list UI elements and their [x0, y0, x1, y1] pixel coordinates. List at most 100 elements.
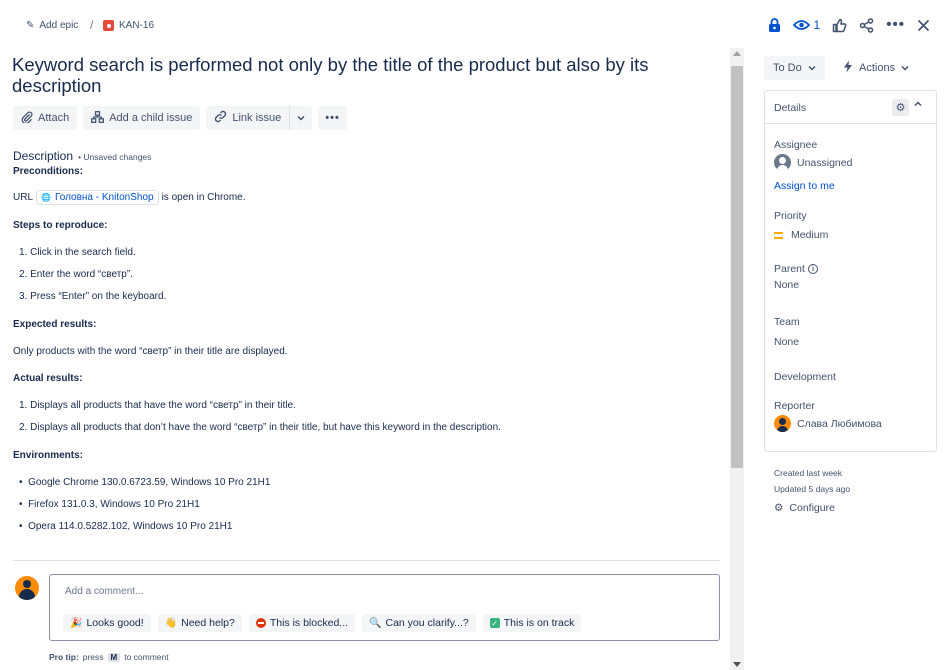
paperclip-icon [21, 111, 33, 126]
current-user-avatar [15, 576, 39, 600]
step-item: 3. Press “Enter” on the keyboard. [19, 291, 167, 302]
url-prefix: URL [13, 192, 34, 203]
steps-heading: Steps to reproduce: [13, 220, 108, 231]
pro-tip-bold: Pro tip: [49, 652, 79, 662]
assignee-value[interactable]: Unassigned [774, 154, 852, 171]
lock-icon[interactable] [768, 17, 781, 33]
expected-text: Only products with the word “светр” in t… [13, 346, 288, 357]
assign-to-me-link[interactable]: Assign to me [774, 180, 835, 192]
wave-icon: 👋 [164, 617, 178, 629]
chevron-up-icon[interactable] [914, 99, 922, 110]
assignee-field: Assignee [774, 139, 817, 151]
environments-heading: Environments: [13, 450, 84, 461]
link-icon [214, 110, 227, 126]
link-issue-button[interactable]: Link issue [206, 106, 290, 130]
url-suffix: is open in Chrome. [161, 192, 246, 203]
divider [13, 560, 720, 561]
description-label: Description [13, 149, 74, 163]
quick-reply-need-help[interactable]: 👋 Need help? [157, 614, 242, 632]
quick-reply-looks-good[interactable]: 🎉 Looks good! [63, 614, 151, 632]
chip-label: Need help? [181, 617, 235, 629]
environment-item: • Opera 114.0.5282.102, Windows 10 Pro 2… [19, 521, 233, 532]
quick-reply-clarify[interactable]: 🔍 Can you clarify...? [362, 614, 476, 632]
reporter-value[interactable]: Слава Любимова [774, 415, 882, 432]
smart-link[interactable]: 🌐 Головна - KnitonShop [36, 190, 159, 205]
scroll-down-arrow[interactable] [733, 662, 741, 667]
info-icon[interactable]: i [807, 264, 818, 274]
hierarchy-icon [91, 110, 105, 126]
issue-title[interactable]: Keyword search is performed not only by … [12, 54, 702, 96]
quick-reply-blocked[interactable]: This is blocked... [248, 614, 356, 632]
actual-item: 1. Displays all products that have the w… [19, 400, 296, 411]
comment-editor[interactable]: Add a comment... 🎉 Looks good! 👋 Need he… [49, 574, 720, 641]
link-issue-dropdown[interactable] [289, 106, 313, 130]
add-epic-label: Add epic [39, 20, 79, 31]
details-header[interactable]: Details ⚙ [765, 91, 936, 124]
status-label: To Do [773, 62, 802, 74]
development-label: Development [774, 371, 836, 383]
team-label: Team [774, 316, 800, 328]
scroll-up-arrow[interactable] [733, 51, 741, 56]
reporter-avatar [774, 415, 791, 432]
issue-key-label: KAN-16 [119, 20, 155, 31]
issue-header-bar: ✎ Add epic / KAN-16 1 ••• [0, 0, 946, 50]
more-icon: ••• [325, 112, 340, 124]
close-icon[interactable] [917, 19, 930, 32]
add-child-issue-button[interactable]: Add a child issue [83, 106, 201, 130]
pro-tip: Pro tip: press M to comment [49, 652, 169, 662]
chip-label: This is on track [503, 617, 575, 629]
comment-placeholder[interactable]: Add a comment... [65, 586, 143, 597]
more-options-icon[interactable]: ••• [886, 15, 905, 35]
priority-value[interactable]: Medium [774, 229, 828, 241]
configure-label: Configure [789, 502, 835, 514]
assignee-label: Assignee [774, 139, 818, 151]
preconditions-heading: Preconditions: [13, 166, 84, 177]
quick-reply-chips: 🎉 Looks good! 👋 Need help? This is block… [63, 614, 582, 632]
chip-label: Can you clarify...? [385, 617, 469, 629]
actual-heading: Actual results: [13, 373, 83, 384]
reporter-name: Слава Любимова [797, 417, 882, 430]
pro-tip-press: press [82, 652, 104, 662]
keyboard-key: M [107, 652, 121, 662]
precondition-line: URL 🌐 Головна - KnitonShop is open in Ch… [13, 190, 246, 205]
gear-icon: ⚙ [774, 502, 784, 514]
add-child-label: Add a child issue [109, 112, 193, 124]
priority-medium-icon [774, 231, 783, 239]
link-issue-split: Link issue [206, 106, 313, 130]
attach-button[interactable]: Attach [13, 106, 78, 130]
globe-icon: 🌐 [41, 193, 51, 202]
party-icon: 🎉 [70, 617, 83, 629]
eye-icon [792, 20, 810, 30]
breadcrumb-separator: / [90, 18, 94, 32]
actions-dropdown[interactable]: Actions [835, 56, 917, 80]
breadcrumb-add-epic[interactable]: ✎ Add epic [26, 20, 78, 31]
status-dropdown[interactable]: To Do [764, 56, 825, 80]
watch-count: 1 [813, 18, 821, 32]
details-title: Details [774, 102, 807, 114]
unassigned-avatar-icon [774, 154, 791, 171]
header-actions: 1 ••• [768, 15, 930, 35]
pro-tip-rest: to comment [124, 652, 169, 662]
more-actions-button[interactable]: ••• [318, 106, 347, 130]
assignee-name: Unassigned [797, 156, 853, 169]
magnifier-icon: 🔍 [369, 617, 382, 629]
thumbs-up-icon[interactable] [832, 18, 847, 33]
watch-button[interactable]: 1 [792, 15, 821, 35]
team-value[interactable]: None [774, 336, 799, 348]
bug-icon [103, 20, 114, 31]
issue-main-column: Keyword search is performed not only by … [0, 48, 728, 670]
gear-icon[interactable]: ⚙ [892, 99, 909, 116]
actual-item: 2. Displays all products that don’t have… [19, 422, 501, 433]
configure-button[interactable]: ⚙ Configure [774, 502, 835, 514]
description-heading: Description • Unsaved changes [13, 149, 151, 163]
step-item: 1. Click in the search field. [19, 247, 136, 258]
pencil-icon: ✎ [26, 20, 35, 31]
quick-reply-on-track[interactable]: ✓ This is on track [482, 614, 582, 632]
lightning-icon [843, 60, 853, 76]
scroll-thumb[interactable] [731, 66, 743, 468]
share-icon[interactable] [859, 17, 874, 33]
main-scrollbar[interactable] [730, 48, 744, 670]
breadcrumb-issue-key[interactable]: KAN-16 [103, 20, 154, 31]
parent-value[interactable]: None [774, 279, 799, 291]
reporter-label: Reporter [774, 400, 815, 412]
